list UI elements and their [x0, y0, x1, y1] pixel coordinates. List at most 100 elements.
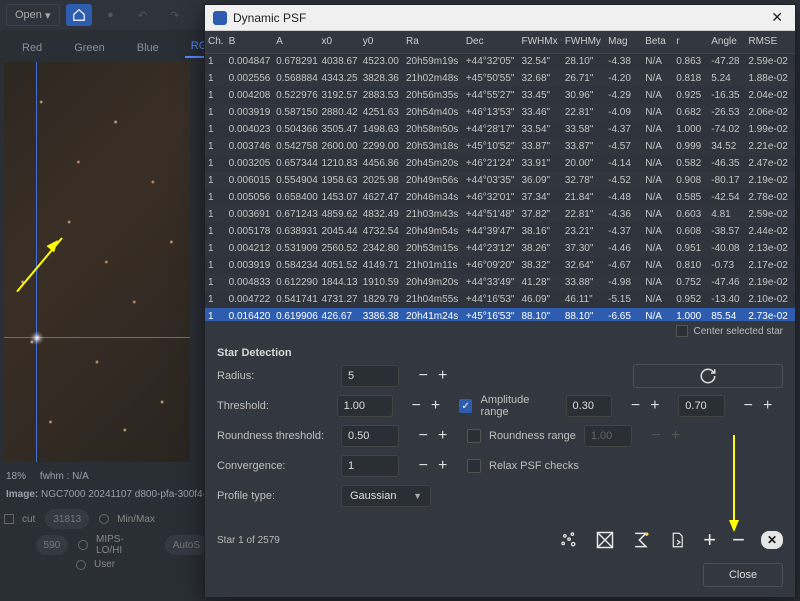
roundthr-label: Roundness threshold:	[217, 430, 333, 442]
threshold-input[interactable]: 1.00	[337, 395, 393, 417]
export-icon[interactable]	[667, 530, 687, 550]
clear-selection-button[interactable]: ✕	[761, 531, 783, 549]
table-row[interactable]: 10.0036910.6712434859.624832.4921h03m43s…	[205, 206, 795, 223]
col-mag[interactable]: Mag	[605, 31, 642, 53]
roundrange-checkbox[interactable]	[467, 429, 481, 443]
plus-icon[interactable]: +	[438, 427, 447, 445]
table-row[interactable]: 10.0051780.6389312045.444732.5420h49m54s…	[205, 223, 795, 240]
tab-blue[interactable]: Blue	[131, 38, 165, 58]
dialog-title: Dynamic PSF	[233, 11, 306, 25]
add-star-button[interactable]: +	[703, 527, 716, 553]
col-dec[interactable]: Dec	[463, 31, 519, 53]
amplitude-high-stepper[interactable]: −+	[733, 397, 783, 415]
plus-icon[interactable]: +	[438, 457, 447, 475]
dynamic-psf-dialog: Dynamic PSF ✕ Ch.BAx0y0RaDecFWHMx▼FWHMyM…	[204, 4, 796, 598]
radius-stepper[interactable]: −+	[407, 367, 459, 385]
table-row[interactable]: 10.0032050.6573441210.834456.8620h45m20s…	[205, 155, 795, 172]
threshold-stepper[interactable]: −+	[401, 397, 451, 415]
table-row[interactable]: 10.0048470.6782914038.674523.0020h59m19s…	[205, 53, 795, 70]
table-row[interactable]: 10.0164200.619906426.673386.3820h41m24s+…	[205, 308, 795, 321]
minus-icon[interactable]: −	[412, 397, 421, 415]
col-fwhmy[interactable]: FWHMy	[562, 31, 605, 53]
amplitude-low-stepper[interactable]: −+	[620, 397, 670, 415]
table-row[interactable]: 10.0048330.6122901844.131910.5920h49m20s…	[205, 274, 795, 291]
dialog-titlebar[interactable]: Dynamic PSF ✕	[205, 5, 795, 31]
run-detection-icon[interactable]	[559, 530, 579, 550]
image-viewport[interactable]	[4, 62, 190, 462]
table-row[interactable]: 10.0060150.5549041958.632025.9820h49m56s…	[205, 172, 795, 189]
convergence-stepper[interactable]: −+	[407, 457, 459, 475]
minus-icon[interactable]: −	[419, 367, 428, 385]
live-button[interactable]: ●	[98, 4, 124, 26]
home-button[interactable]	[66, 4, 92, 26]
relax-checkbox[interactable]	[467, 459, 481, 473]
psf-table[interactable]: Ch.BAx0y0RaDecFWHMx▼FWHMyMagBetarAngleRM…	[205, 31, 795, 321]
clear-icon[interactable]	[595, 530, 615, 550]
mode-minmax-radio[interactable]	[99, 514, 109, 524]
col-ch[interactable]: Ch.	[205, 31, 226, 53]
col-ra[interactable]: Ra	[403, 31, 463, 53]
plus-icon[interactable]: +	[650, 397, 659, 415]
amplitude-checkbox[interactable]	[459, 399, 473, 413]
col-y0[interactable]: y0	[360, 31, 403, 53]
radius-input[interactable]: 5	[341, 365, 399, 387]
dialog-close-x[interactable]: ✕	[767, 9, 787, 26]
cut-high-value[interactable]: 31813	[45, 509, 89, 529]
minus-icon[interactable]: −	[419, 457, 428, 475]
table-row[interactable]: 10.0042080.5229763192.572883.5320h56m35s…	[205, 87, 795, 104]
autostretch-button[interactable]: AutoS	[165, 535, 208, 555]
table-body[interactable]: 10.0048470.6782914038.674523.0020h59m19s…	[205, 53, 795, 321]
selected-star-marker	[30, 331, 44, 345]
mode-user-radio[interactable]	[76, 560, 86, 570]
col-fwhmx[interactable]: FWHMx▼	[519, 31, 562, 53]
sigma-icon[interactable]	[631, 530, 651, 550]
convergence-input[interactable]: 1	[341, 455, 399, 477]
col-rmse[interactable]: RMSE	[745, 31, 795, 53]
minus-icon[interactable]: −	[631, 397, 640, 415]
profile-combo[interactable]: Gaussian ▼	[341, 485, 431, 507]
amplitude-high-input[interactable]: 0.70	[678, 395, 725, 417]
roundrange-label: Roundness range	[489, 430, 576, 442]
roundthr-stepper[interactable]: −+	[407, 427, 459, 445]
col-r[interactable]: r	[673, 31, 708, 53]
table-row[interactable]: 10.0047220.5417414731.271829.7921h04m55s…	[205, 291, 795, 308]
table-row[interactable]: 10.0039190.5842344051.524149.7121h01m11s…	[205, 257, 795, 274]
center-selected-checkbox[interactable]	[676, 325, 688, 337]
remove-star-button[interactable]: −	[732, 527, 745, 553]
table-row[interactable]: 10.0037460.5427582600.002299.0020h53m18s…	[205, 138, 795, 155]
col-angle[interactable]: Angle	[708, 31, 745, 53]
plus-icon[interactable]: +	[438, 367, 447, 385]
tab-red[interactable]: Red	[16, 38, 48, 58]
col-b[interactable]: B	[226, 31, 273, 53]
minus-icon[interactable]: −	[744, 397, 753, 415]
roundrange-stepper: −+	[640, 427, 692, 445]
roundrange-input: 1.00	[584, 425, 632, 447]
table-row[interactable]: 10.0042120.5319092560.522342.8020h53m15s…	[205, 240, 795, 257]
amplitude-low-input[interactable]: 0.30	[566, 395, 613, 417]
image-label: Image:	[6, 489, 38, 500]
refresh-button[interactable]	[633, 364, 783, 388]
cut-low-value[interactable]: 590	[36, 535, 69, 555]
col-x0[interactable]: x0	[318, 31, 359, 53]
table-row[interactable]: 10.0025560.5688844343.253828.3621h02m48s…	[205, 70, 795, 87]
table-header-row[interactable]: Ch.BAx0y0RaDecFWHMx▼FWHMyMagBetarAngleRM…	[205, 31, 795, 53]
open-button[interactable]: Open ▾	[6, 4, 60, 26]
plus-icon[interactable]: +	[763, 397, 772, 415]
table-row[interactable]: 10.0040230.5043663505.471498.6320h58m50s…	[205, 121, 795, 138]
minus-icon: −	[652, 427, 661, 445]
table-row[interactable]: 10.0039190.5871502880.424251.6320h54m40s…	[205, 104, 795, 121]
roundthr-input[interactable]: 0.50	[341, 425, 399, 447]
col-beta[interactable]: Beta	[642, 31, 673, 53]
plus-icon[interactable]: +	[431, 397, 440, 415]
col-a[interactable]: A	[273, 31, 318, 53]
table-row[interactable]: 10.0050560.6584001453.074627.4720h46m34s…	[205, 189, 795, 206]
mode-mips-radio[interactable]	[78, 540, 88, 550]
undo-button[interactable]: ↶	[130, 4, 156, 26]
open-label: Open	[15, 9, 42, 21]
close-button[interactable]: Close	[703, 563, 783, 587]
tab-green[interactable]: Green	[68, 38, 111, 58]
cut-checkbox[interactable]	[4, 514, 14, 524]
minus-icon[interactable]: −	[419, 427, 428, 445]
star-count: Star 1 of 2579	[217, 535, 280, 546]
redo-button[interactable]: ↷	[162, 4, 188, 26]
